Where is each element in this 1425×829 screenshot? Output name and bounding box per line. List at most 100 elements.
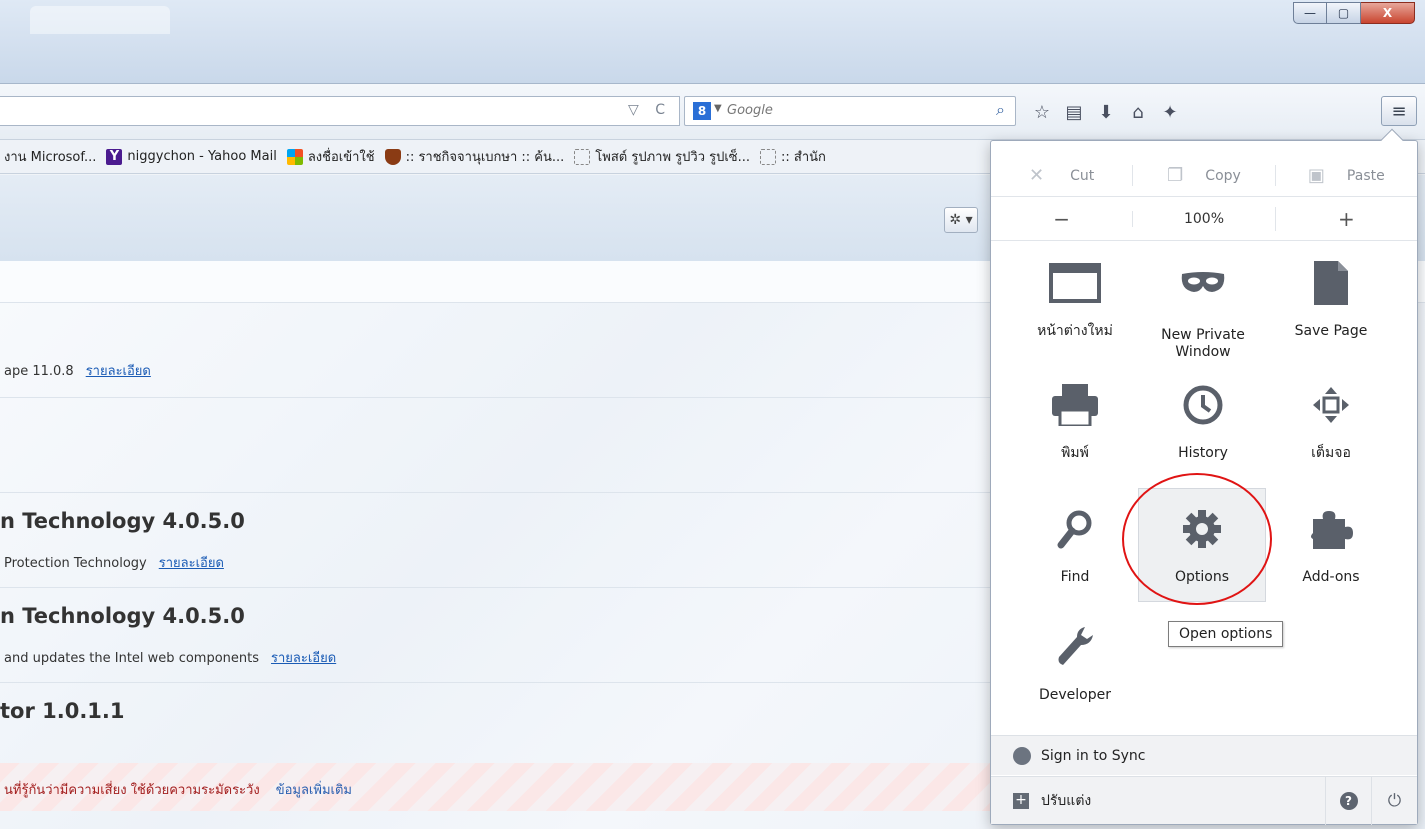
addon-description: Protection Technology bbox=[4, 556, 147, 571]
addon-description: and updates the Intel web components bbox=[4, 651, 260, 666]
bookmark-label: ลงชื่อเข้าใช้ bbox=[307, 150, 375, 165]
bookmark-item[interactable]: :: ราชกิจจานุเบกษา :: ค้น... bbox=[384, 146, 565, 167]
mask-icon bbox=[1143, 257, 1263, 309]
window-titlebar: — ▢ X bbox=[0, 0, 1425, 84]
search-engine-icon[interactable]: 8 bbox=[693, 102, 711, 120]
fullscreen-icon bbox=[1271, 379, 1391, 431]
bookmark-label: :: ราชกิจจานุเบกษา :: ค้น... bbox=[405, 150, 565, 165]
developer-button[interactable]: Developer bbox=[1015, 609, 1135, 719]
help-button[interactable]: ? bbox=[1325, 777, 1371, 825]
paste-button[interactable]: ▣ Paste bbox=[1274, 165, 1417, 186]
navigation-toolbar: ▽ C 8 ▼ Google ⌕ ☆ ▤ ⬇ ⌂ ✦ ≡ bbox=[0, 84, 1425, 140]
window-icon bbox=[1015, 257, 1135, 309]
clock-icon bbox=[1143, 379, 1263, 431]
zoom-out-button[interactable]: − bbox=[991, 207, 1132, 231]
window-controls: — ▢ X bbox=[1293, 2, 1415, 24]
find-button[interactable]: Find bbox=[1015, 491, 1135, 601]
bookmark-item[interactable]: Y niggychon - Yahoo Mail bbox=[106, 148, 277, 165]
wrench-icon bbox=[1015, 621, 1135, 673]
copy-label: Copy bbox=[1205, 167, 1241, 184]
bookmark-item[interactable]: งาน Microsof... bbox=[4, 146, 96, 167]
zoom-in-button[interactable]: + bbox=[1274, 206, 1417, 231]
quit-button[interactable]: ⏻ bbox=[1371, 777, 1417, 825]
footer-buttons: ? ⏻ bbox=[1325, 777, 1417, 825]
bookmark-label: โพสต์ รูปภาพ รูปวิว รูปเซ็... bbox=[595, 150, 751, 165]
details-link[interactable]: รายละเอียด bbox=[271, 651, 336, 666]
copy-icon: ❐ bbox=[1167, 165, 1184, 186]
crest-icon bbox=[384, 148, 401, 165]
magnifier-icon bbox=[1015, 503, 1135, 555]
plus-icon[interactable]: + bbox=[1013, 792, 1029, 809]
sign-in-sync-button[interactable]: Sign in to Sync bbox=[991, 735, 1417, 775]
addon-title: n Technology 4.0.5.0 bbox=[0, 604, 245, 628]
page-icon bbox=[574, 148, 591, 165]
zoom-reset-button[interactable]: 100% bbox=[1132, 210, 1274, 227]
url-bar[interactable]: ▽ C bbox=[0, 96, 680, 126]
cut-label: Cut bbox=[1070, 167, 1095, 184]
addon-title: tor 1.0.1.1 bbox=[0, 699, 125, 723]
close-window-button[interactable]: X bbox=[1361, 2, 1415, 24]
more-info-link[interactable]: ข้อมูลเพิ่มเติม bbox=[276, 783, 352, 798]
reload-icon[interactable]: ▽ C bbox=[628, 102, 671, 118]
details-link[interactable]: รายละเอียด bbox=[86, 364, 151, 379]
addons-button[interactable]: Add-ons bbox=[1271, 491, 1391, 601]
extension-icon[interactable]: ✦ bbox=[1154, 98, 1186, 126]
maximize-button[interactable]: ▢ bbox=[1327, 2, 1361, 24]
bookmark-label: งาน Microsof... bbox=[4, 150, 97, 165]
print-label: พิมพ์ bbox=[1061, 445, 1089, 461]
list-item[interactable]: n Technology 4.0.5.0 and updates the Int… bbox=[0, 588, 1000, 683]
search-icon[interactable]: ⌕ bbox=[996, 100, 1005, 120]
chevron-down-icon[interactable]: ▼ bbox=[714, 103, 722, 114]
bookmark-item[interactable]: :: สำนัก bbox=[760, 146, 826, 167]
minimize-button[interactable]: — bbox=[1293, 2, 1327, 24]
new-window-label: หน้าต่างใหม่ bbox=[1037, 323, 1113, 339]
home-icon[interactable]: ⌂ bbox=[1122, 98, 1154, 126]
list-item[interactable]: tor 1.0.1.1 bbox=[0, 683, 1000, 763]
developer-label: Developer bbox=[1038, 687, 1111, 703]
search-bar[interactable]: 8 ▼ Google ⌕ bbox=[684, 96, 1016, 126]
list-item bbox=[0, 398, 1000, 493]
hamburger-menu-button[interactable]: ≡ bbox=[1381, 96, 1417, 126]
list-item[interactable]: ape 11.0.8 รายละเอียด bbox=[0, 303, 1000, 398]
history-button[interactable]: History bbox=[1143, 367, 1263, 477]
cut-button[interactable]: ✕ Cut bbox=[991, 165, 1132, 186]
bookmark-star-icon[interactable]: ☆ bbox=[1026, 98, 1058, 126]
find-label: Find bbox=[1060, 569, 1090, 585]
gear-icon: ✲ ▾ bbox=[949, 212, 973, 228]
addons-label: Add-ons bbox=[1302, 569, 1360, 585]
edit-controls: ✕ Cut ❐ Copy ▣ Paste bbox=[991, 155, 1417, 197]
yahoo-icon: Y bbox=[106, 148, 123, 165]
tools-gear-button[interactable]: ✲ ▾ bbox=[944, 207, 978, 233]
fullscreen-label: เต็มจอ bbox=[1311, 445, 1351, 461]
download-icon[interactable]: ⬇ bbox=[1090, 98, 1122, 126]
addon-description: ape 11.0.8 bbox=[4, 364, 74, 379]
toolbar-icons: ☆ ▤ ⬇ ⌂ ✦ bbox=[1026, 98, 1186, 126]
search-placeholder: Google bbox=[727, 103, 773, 118]
help-icon: ? bbox=[1339, 792, 1358, 810]
highlight-circle bbox=[1122, 473, 1272, 605]
printer-icon bbox=[1015, 379, 1135, 431]
save-page-button[interactable]: Save Page bbox=[1271, 245, 1391, 355]
new-private-window-button[interactable]: New Private Window bbox=[1143, 245, 1263, 360]
bookmark-item[interactable]: ลงชื่อเข้าใช้ bbox=[286, 146, 375, 167]
print-button[interactable]: พิมพ์ bbox=[1015, 367, 1135, 477]
browser-tab[interactable] bbox=[30, 6, 170, 34]
copy-button[interactable]: ❐ Copy bbox=[1132, 165, 1274, 186]
warning-banner: นที่รู้กันว่ามีความเสี่ยง ใช้ด้วยความระม… bbox=[0, 763, 1000, 811]
page-icon bbox=[760, 148, 777, 165]
bookmark-item[interactable]: โพสต์ รูปภาพ รูปวิว รูปเซ็... bbox=[574, 146, 750, 167]
sync-icon bbox=[1013, 746, 1031, 765]
new-private-window-label: New Private Window bbox=[1161, 327, 1245, 360]
puzzle-icon bbox=[1271, 503, 1391, 555]
bookmark-label: niggychon - Yahoo Mail bbox=[127, 149, 277, 164]
customize-label[interactable]: ปรับแต่ง bbox=[1041, 790, 1091, 812]
addon-title: n Technology 4.0.5.0 bbox=[0, 509, 245, 533]
history-label: History bbox=[1178, 445, 1228, 461]
new-window-button[interactable]: หน้าต่างใหม่ bbox=[1015, 245, 1135, 355]
paste-label: Paste bbox=[1346, 167, 1385, 184]
list-item[interactable]: n Technology 4.0.5.0 Protection Technolo… bbox=[0, 493, 1000, 588]
zoom-controls: − 100% + bbox=[991, 197, 1417, 241]
details-link[interactable]: รายละเอียด bbox=[159, 556, 224, 571]
bookmarks-list-icon[interactable]: ▤ bbox=[1058, 98, 1090, 126]
fullscreen-button[interactable]: เต็มจอ bbox=[1271, 367, 1391, 477]
